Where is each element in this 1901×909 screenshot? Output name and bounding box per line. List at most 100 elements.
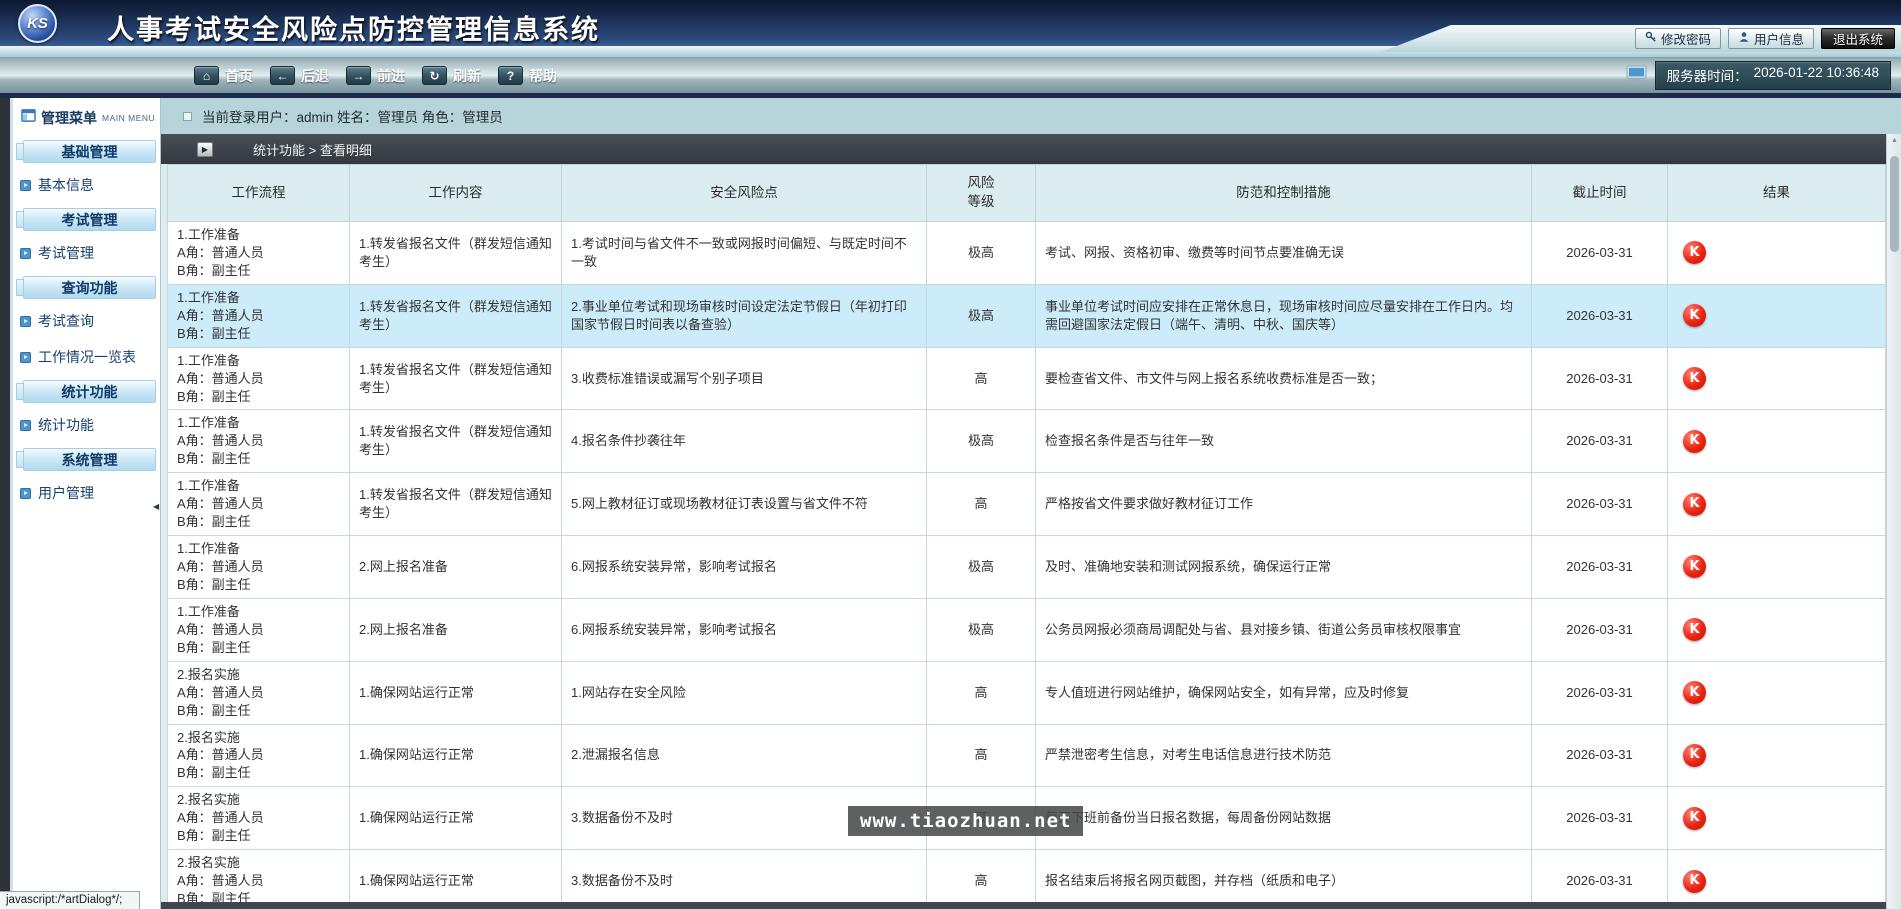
cell-level: 高 [927, 473, 1036, 536]
table-row[interactable]: 1.工作准备A角：普通人员B角：副主任1.转发省报名文件（群发短信通知考生）1.… [168, 222, 1886, 285]
cell-content: 1.转发省报名文件（群发短信通知考生） [350, 222, 562, 285]
table-row[interactable]: 1.工作准备A角：普通人员B角：副主任1.转发省报名文件（群发短信通知考生）5.… [168, 473, 1886, 536]
table-row[interactable]: 2.报名实施A角：普通人员B角：副主任1.确保网站运行正常3.数据备份不及时高报… [168, 850, 1886, 909]
cell-risk: 3.收费标准错误或漏写个别子项目 [562, 347, 927, 410]
help-icon: ? [498, 66, 523, 85]
cell-content: 1.确保网站运行正常 [350, 724, 562, 787]
sidebar-item-label: 考试查询 [38, 311, 94, 331]
table-row[interactable]: 1.工作准备A角：普通人员B角：副主任2.网上报名准备6.网报系统安装异常，影响… [168, 598, 1886, 661]
cell-measure: 事业单位考试时间应安排在正常休息日，现场审核时间应尽量安排在工作日内。均需回避国… [1036, 284, 1532, 347]
sidebar-item[interactable]: 基本信息 [13, 167, 160, 203]
table-row[interactable]: 1.工作准备A角：普通人员B角：副主任1.转发省报名文件（群发短信通知考生）2.… [168, 284, 1886, 347]
sidebar-subtitle-text: MAIN MENU [102, 113, 155, 123]
table-row[interactable]: 2.报名实施A角：普通人员B角：副主任1.确保网站运行正常1.网站存在安全风险高… [168, 661, 1886, 724]
sidebar-item-label: 基本信息 [38, 175, 94, 195]
k-result-icon[interactable]: K [1683, 807, 1706, 830]
sidebar-item[interactable]: 考试管理 [13, 235, 160, 271]
bullet-icon [183, 112, 192, 121]
cell-result: K [1668, 347, 1886, 410]
sidebar-item[interactable]: 用户管理 [13, 475, 160, 511]
sidebar-section-header[interactable]: 统计功能 [23, 380, 156, 403]
arrow-icon [20, 180, 31, 191]
sidebar-section-header[interactable]: 基础管理 [23, 140, 156, 163]
k-result-icon[interactable]: K [1683, 555, 1706, 578]
table-row[interactable]: 1.工作准备A角：普通人员B角：副主任1.转发省报名文件（群发短信通知考生）4.… [168, 410, 1886, 473]
logout-button[interactable]: 退出系统 [1821, 28, 1895, 49]
cell-flow: 2.报名实施A角：普通人员B角：副主任 [168, 724, 350, 787]
user-info-button[interactable]: 用户信息 [1728, 28, 1814, 49]
server-time-value: 2026-01-22 10:36:48 [1754, 65, 1879, 85]
cell-flow: 1.工作准备A角：普通人员B角：副主任 [168, 536, 350, 599]
cell-measure: 每天下班前备份当日报名数据，每周备份网站数据 [1036, 787, 1532, 850]
table-row[interactable]: 1.工作准备A角：普通人员B角：副主任1.转发省报名文件（群发短信通知考生）3.… [168, 347, 1886, 410]
k-result-icon[interactable]: K [1683, 870, 1706, 893]
cell-result: K [1668, 598, 1886, 661]
cell-deadline: 2026-03-31 [1532, 410, 1668, 473]
sidebar-section-header[interactable]: 查询功能 [23, 276, 156, 299]
column-header-content: 工作内容 [350, 165, 562, 222]
cell-level: 极高 [927, 598, 1036, 661]
back-icon: ← [270, 66, 295, 85]
cell-deadline: 2026-03-31 [1532, 850, 1668, 909]
cell-level: 极高 [927, 410, 1036, 473]
cell-content: 2.网上报名准备 [350, 598, 562, 661]
column-header-risk: 安全风险点 [562, 165, 927, 222]
k-result-icon[interactable]: K [1683, 681, 1706, 704]
sidebar-section-header[interactable]: 考试管理 [23, 208, 156, 231]
cell-level: 极高 [927, 222, 1036, 285]
cell-result: K [1668, 850, 1886, 909]
change-password-button[interactable]: 修改密码 [1635, 28, 1721, 49]
sidebar-item-label: 用户管理 [38, 483, 94, 503]
arrow-icon [20, 488, 31, 499]
sidebar-item[interactable]: 工作情况一览表 [13, 339, 160, 375]
table-row[interactable]: 2.报名实施A角：普通人员B角：副主任1.确保网站运行正常2.泄漏报名信息高严禁… [168, 724, 1886, 787]
cell-measure: 要检查省文件、市文件与网上报名系统收费标准是否一致； [1036, 347, 1532, 410]
cell-flow: 1.工作准备A角：普通人员B角：副主任 [168, 222, 350, 285]
breadcrumb-text: 统计功能 > 查看明细 [253, 140, 372, 159]
cell-risk: 4.报名条件抄袭往年 [562, 410, 927, 473]
cell-measure: 严禁泄密考生信息，对考生电话信息进行技术防范 [1036, 724, 1532, 787]
logo-text: KS [27, 15, 48, 32]
column-header-result: 结果 [1668, 165, 1886, 222]
page-title: 人事考试安全风险点防控管理信息系统 [107, 8, 600, 47]
k-result-icon[interactable]: K [1683, 493, 1706, 516]
nav-item-forward[interactable]: →前进 [346, 66, 405, 86]
cell-content: 2.网上报名准备 [350, 536, 562, 599]
k-result-icon[interactable]: K [1683, 304, 1706, 327]
cell-measure: 公务员网报必须商局调配处与省、县对接乡镇、街道公务员审核权限事宜 [1036, 598, 1532, 661]
k-result-icon[interactable]: K [1683, 367, 1706, 390]
k-result-icon[interactable]: K [1683, 241, 1706, 264]
cell-flow: 1.工作准备A角：普通人员B角：副主任 [168, 347, 350, 410]
cell-deadline: 2026-03-31 [1532, 661, 1668, 724]
scrollbar-thumb[interactable] [1890, 156, 1899, 252]
table-row[interactable]: 1.工作准备A角：普通人员B角：副主任2.网上报名准备6.网报系统安装异常，影响… [168, 536, 1886, 599]
k-result-icon[interactable]: K [1683, 618, 1706, 641]
key-icon [1645, 31, 1657, 46]
sidebar-section-header[interactable]: 系统管理 [23, 448, 156, 471]
k-result-icon[interactable]: K [1683, 430, 1706, 453]
sidebar-item[interactable]: 统计功能 [13, 407, 160, 443]
nav-item-home[interactable]: ⌂首页 [194, 66, 253, 86]
k-result-icon[interactable]: K [1683, 744, 1706, 767]
nav-label: 刷新 [453, 66, 481, 86]
cell-content: 1.转发省报名文件（群发短信通知考生） [350, 347, 562, 410]
column-header-deadline: 截止时间 [1532, 165, 1668, 222]
cell-content: 1.确保网站运行正常 [350, 661, 562, 724]
nav-item-help[interactable]: ?帮助 [498, 66, 557, 86]
nav-item-back[interactable]: ←后退 [270, 66, 329, 86]
nav-item-refresh[interactable]: ↻刷新 [422, 66, 481, 86]
sidebar-item-label: 工作情况一览表 [38, 347, 136, 367]
vertical-scrollbar[interactable] [1886, 134, 1901, 909]
sidebar-item-label: 统计功能 [38, 415, 94, 435]
cell-measure: 报名结束后将报名网页截图，并存档（纸质和电子） [1036, 850, 1532, 909]
watermark: www.tiaozhuan.net [848, 806, 1083, 836]
cell-deadline: 2026-03-31 [1532, 598, 1668, 661]
bottom-edge [161, 902, 1886, 909]
server-time-label: 服务器时间： [1667, 65, 1748, 85]
column-header-level: 风险 等级 [927, 165, 1036, 222]
cell-content: 1.转发省报名文件（群发短信通知考生） [350, 410, 562, 473]
cell-deadline: 2026-03-31 [1532, 787, 1668, 850]
risk-table: 工作流程 工作内容 安全风险点 风险 等级 防范和控制措施 截止时间 结果 1.… [167, 164, 1886, 909]
cell-flow: 2.报名实施A角：普通人员B角：副主任 [168, 787, 350, 850]
sidebar-item[interactable]: 考试查询 [13, 303, 160, 339]
